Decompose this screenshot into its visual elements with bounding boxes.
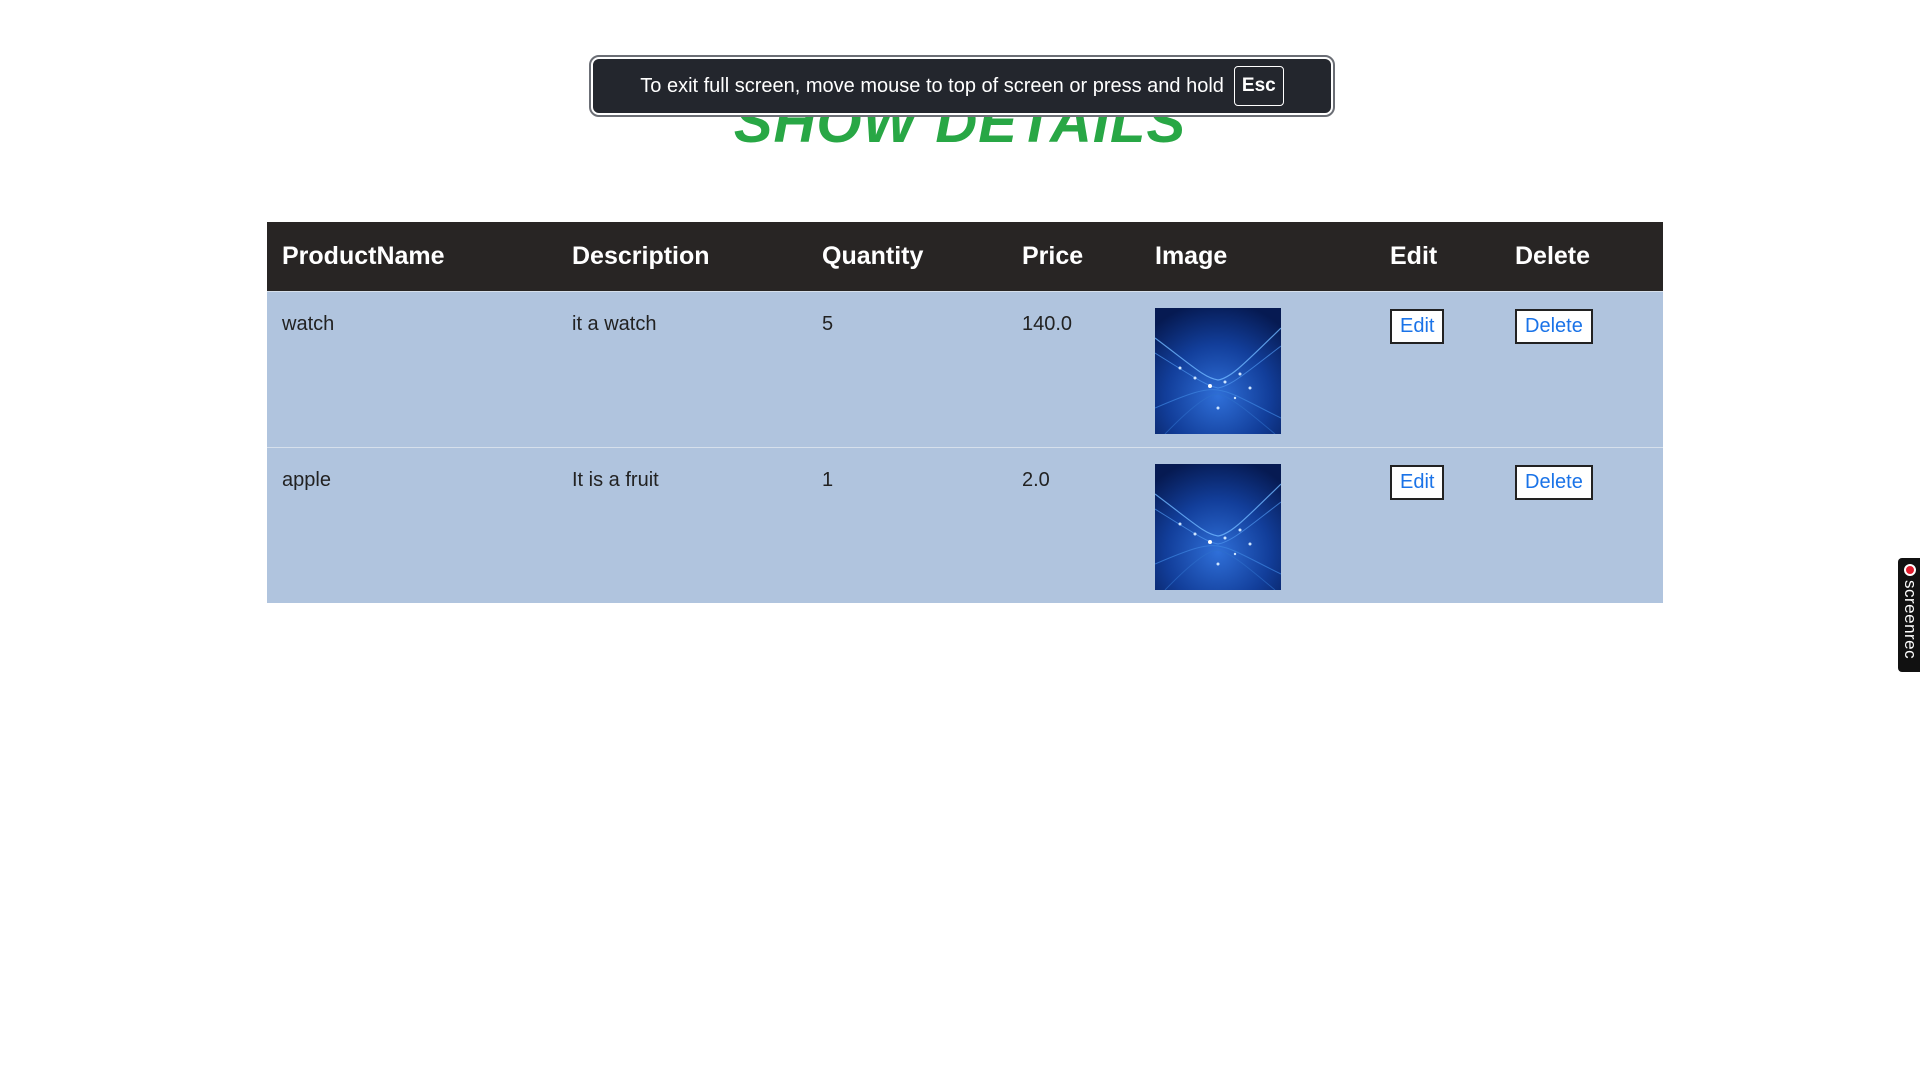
cell-description: It is a fruit [572, 468, 659, 491]
cell-delete: Delete [1500, 447, 1663, 603]
column-header-description: Description [572, 241, 710, 270]
product-image [1155, 307, 1281, 434]
cell-quantity: 5 [822, 312, 834, 335]
page: SHOW DETAILS To exit full screen, move m… [0, 0, 1920, 1080]
table-row: apple It is a fruit 1 2.0 Edit Delete [267, 447, 1663, 603]
cell-price: 140.0 [1022, 312, 1073, 335]
cell-description: it a watch [572, 312, 657, 335]
column-header-quantity: Quantity [822, 241, 924, 270]
table-header: ProductName Description Quantity Price I… [267, 222, 1663, 291]
column-header-price: Price [1022, 241, 1084, 270]
edit-button[interactable]: Edit [1390, 308, 1445, 344]
cell-delete: Delete [1500, 291, 1663, 447]
esc-key-badge: Esc [1233, 66, 1284, 106]
table-row: watch it a watch 5 140.0 Edit Delete [267, 291, 1663, 447]
fullscreen-exit-notice: To exit full screen, move mouse to top o… [589, 55, 1335, 117]
screenrec-label: screenrec [1901, 580, 1920, 660]
cell-edit: Edit [1375, 447, 1500, 603]
fullscreen-notice-text: To exit full screen, move mouse to top o… [640, 74, 1224, 97]
cell-edit: Edit [1375, 291, 1500, 447]
cell-quantity: 1 [822, 468, 834, 491]
record-icon [1904, 564, 1916, 576]
column-header-image: Image [1155, 241, 1228, 270]
table-body: watch it a watch 5 140.0 Edit Delete app… [267, 291, 1663, 603]
column-header-delete: Delete [1515, 241, 1591, 270]
product-image [1155, 463, 1281, 590]
cell-image [1140, 447, 1375, 603]
screenrec-recorder-tab[interactable]: screenrec [1898, 558, 1920, 672]
edit-button[interactable]: Edit [1390, 464, 1445, 500]
cell-image [1140, 291, 1375, 447]
table-header-row: ProductName Description Quantity Price I… [267, 222, 1663, 291]
cell-product-name: watch [282, 312, 335, 335]
column-header-edit: Edit [1390, 241, 1438, 270]
delete-button[interactable]: Delete [1515, 464, 1593, 500]
cell-price: 2.0 [1022, 468, 1050, 491]
delete-button[interactable]: Delete [1515, 308, 1593, 344]
column-header-productname: ProductName [282, 241, 445, 270]
cell-product-name: apple [282, 468, 331, 491]
products-table: ProductName Description Quantity Price I… [267, 222, 1663, 603]
